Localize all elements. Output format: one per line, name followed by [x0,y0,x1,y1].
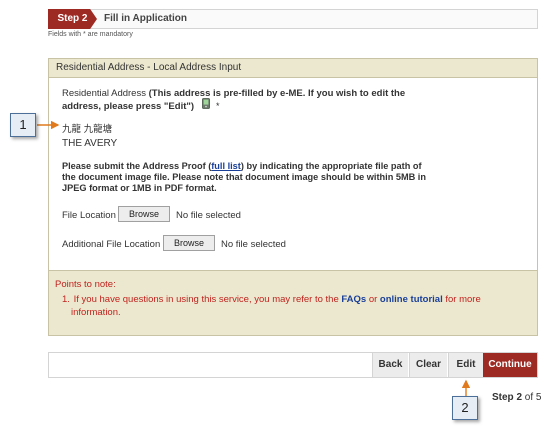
residential-label-text: Residential Address [62,88,146,99]
mandatory-note: Fields with * are mandatory [48,31,133,38]
note-item-number: 1. [62,294,70,305]
residential-address-label: Residential Address (This address is pre… [62,87,422,100]
note-text-after: for more [442,294,481,305]
continue-button[interactable]: Continue [483,353,537,377]
additional-file-status: No file selected [221,239,286,250]
address-district: 九龍 九龍塘 [62,124,113,135]
file-location-browse-button[interactable]: Browse [118,206,170,222]
online-tutorial-link[interactable]: online tutorial [380,294,443,305]
step-progress: Step 2 of 5 [492,392,541,403]
edit-button[interactable]: Edit [448,353,483,377]
address-proof-instructions: Please submit the Address Proof (full li… [62,161,432,194]
back-button[interactable]: Back [372,353,408,377]
step-title: Fill in Application [104,13,187,24]
step-badge: Step 2 [48,9,97,29]
additional-file-browse-button[interactable]: Browse [163,235,215,251]
callout-marker-2: 2 [452,396,478,420]
step-progress-suffix: of 5 [522,392,542,403]
additional-file-location-label: Additional File Location [62,239,161,250]
address-building: THE AVERY [62,138,118,149]
proof-text-before: Please submit the Address Proof ( [62,161,212,171]
note-text-middle: or [366,294,380,305]
panel-header: Residential Address - Local Address Inpu… [48,58,538,78]
step-progress-prefix: Step [492,392,517,403]
file-location-label: File Location [62,210,116,221]
callout-marker-1: 1 [10,113,36,137]
file-location-status: No file selected [176,210,241,221]
prefill-note-line1: (This address is pre-filled by e-ME. If … [148,88,406,99]
prefill-note-line2: address, please press "Edit") [62,101,195,112]
note-text-before: If you have questions in using this serv… [73,294,342,305]
note-item-1: 1. If you have questions in using this s… [62,293,502,307]
full-list-link[interactable]: full list [211,161,241,171]
mobile-phone-icon [202,98,210,109]
points-to-note-title: Points to note: [55,279,116,290]
clear-button[interactable]: Clear [409,353,447,377]
required-asterisk: * [216,101,220,111]
note-item-1-continuation: information. [71,307,121,318]
faqs-link[interactable]: FAQs [341,294,366,305]
